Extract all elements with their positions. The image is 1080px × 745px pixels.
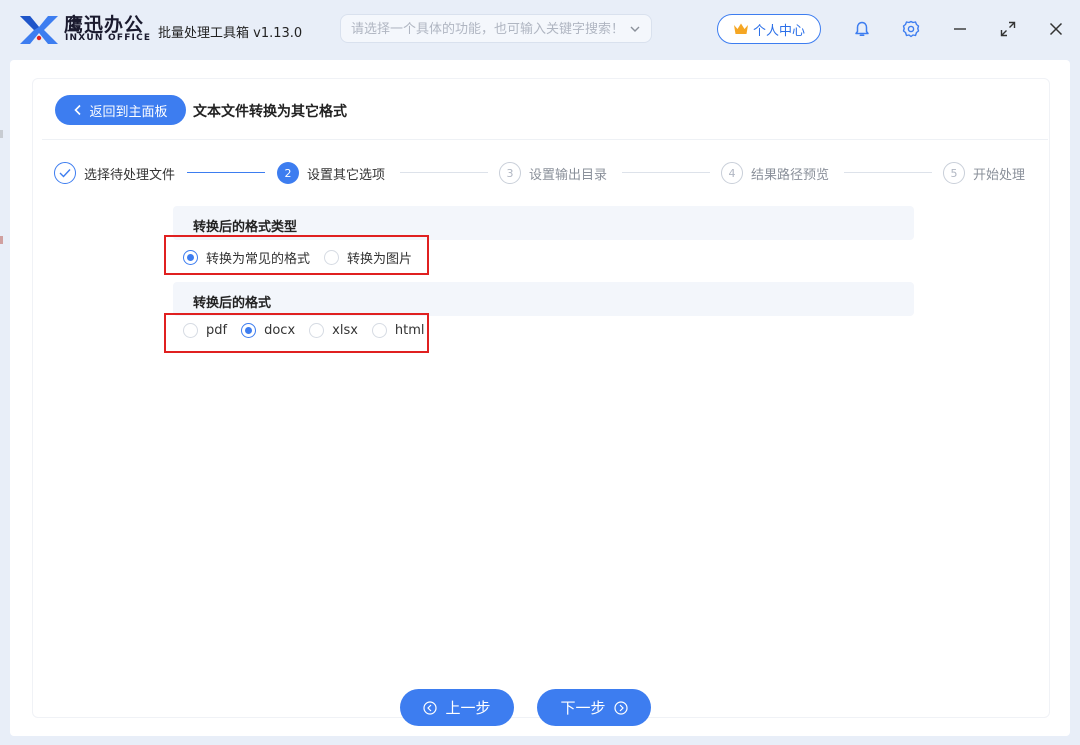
step-select-files: 选择待处理文件 [54, 162, 175, 184]
circle-arrow-left-icon [423, 700, 438, 715]
circle-arrow-right-icon [613, 700, 628, 715]
main-panel: 返回到主面板 文本文件转换为其它格式 选择待处理文件 2 设置其它选项 3 设置… [10, 60, 1070, 736]
chevron-down-icon[interactable] [629, 23, 641, 35]
step-connector [400, 172, 488, 173]
step-number: 4 [721, 162, 743, 184]
function-search[interactable] [340, 14, 652, 43]
step-label: 设置输出目录 [529, 167, 608, 183]
user-center-button[interactable]: 个人中心 [717, 14, 821, 44]
step-connector [622, 172, 710, 173]
step-number: 2 [277, 162, 299, 184]
step-set-options: 2 设置其它选项 [277, 162, 385, 184]
step-number: 5 [943, 162, 965, 184]
step-number: 3 [499, 162, 521, 184]
previous-step-button[interactable]: 上一步 [400, 689, 514, 726]
step-label: 结果路径预览 [751, 167, 830, 183]
maximize-icon[interactable] [999, 20, 1017, 38]
header-divider [42, 139, 1048, 140]
window-edge-mark [0, 236, 3, 244]
app-title: 批量处理工具箱 v1.13.0 [158, 26, 303, 41]
step-connector [844, 172, 932, 173]
step-connector [187, 172, 265, 173]
step-label: 选择待处理文件 [84, 167, 176, 183]
gear-icon[interactable] [902, 20, 920, 38]
user-center-label: 个人中心 [752, 23, 805, 39]
chevron-left-icon [74, 104, 82, 116]
next-step-label: 下一步 [560, 699, 606, 717]
step-output-dir: 3 设置输出目录 [499, 162, 607, 184]
highlight-box [164, 235, 429, 275]
highlight-box [164, 313, 429, 353]
step-label: 开始处理 [973, 167, 1026, 183]
bell-icon[interactable] [853, 20, 871, 38]
search-input[interactable] [351, 19, 621, 39]
back-to-dashboard-button[interactable]: 返回到主面板 [55, 95, 186, 125]
check-icon [54, 162, 76, 184]
format-heading: 转换后的格式 [173, 282, 914, 316]
next-step-button[interactable]: 下一步 [537, 689, 651, 726]
page-title: 文本文件转换为其它格式 [193, 104, 347, 120]
brand-name-en: INXUN OFFICE [65, 33, 152, 43]
inxun-logo-icon [20, 16, 58, 44]
close-icon[interactable] [1047, 20, 1065, 38]
crown-icon [733, 23, 748, 34]
step-label: 设置其它选项 [307, 167, 386, 183]
previous-step-label: 上一步 [445, 699, 491, 717]
minimize-icon[interactable] [951, 20, 969, 38]
step-path-preview: 4 结果路径预览 [721, 162, 829, 184]
window-edge-mark [0, 130, 3, 138]
title-bar: 鹰迅办公 INXUN OFFICE 批量处理工具箱 v1.13.0 个人中心 [0, 0, 1080, 60]
back-button-label: 返回到主面板 [89, 104, 168, 120]
step-start-processing: 5 开始处理 [943, 162, 1025, 184]
